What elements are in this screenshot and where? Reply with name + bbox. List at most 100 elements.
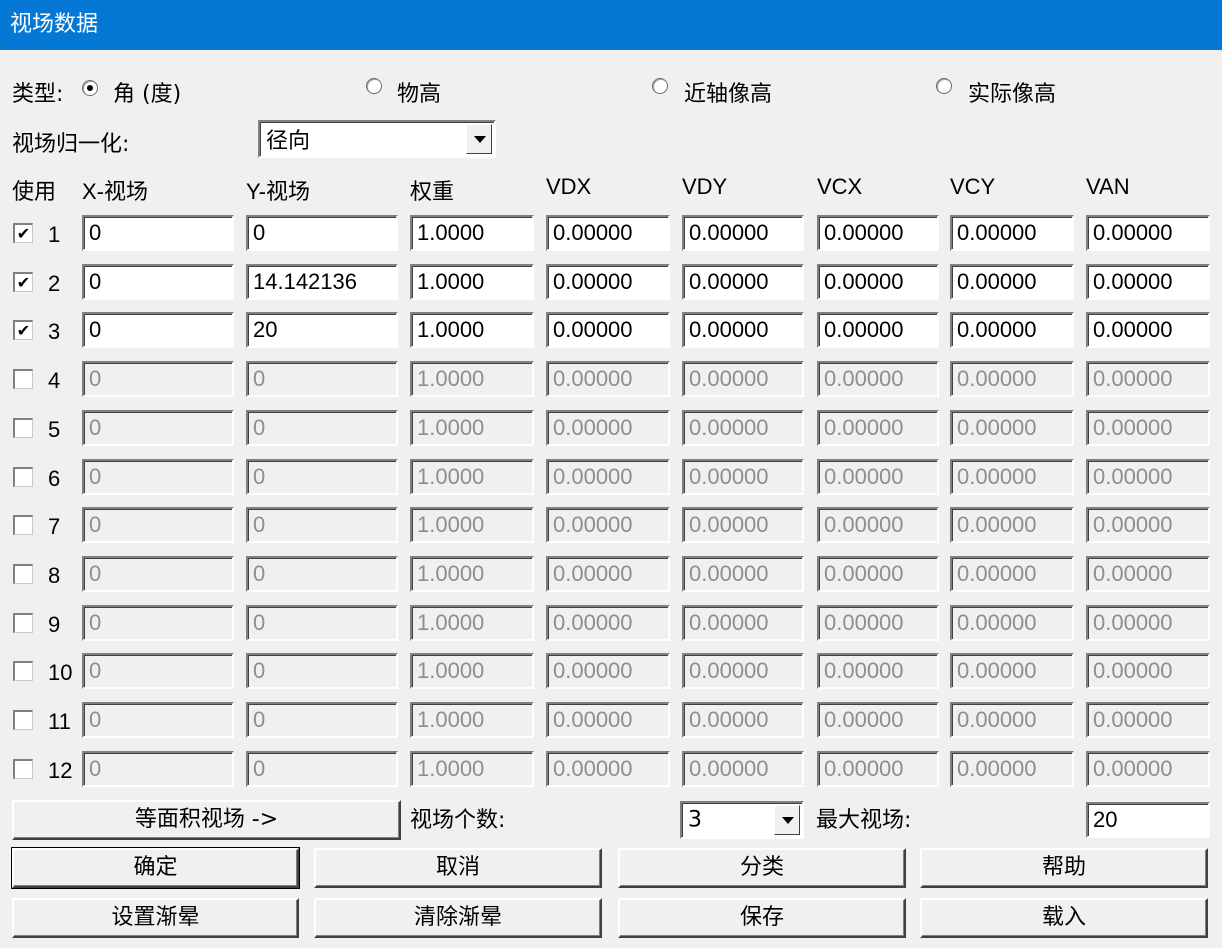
weight-input[interactable]: 1.0000 — [410, 312, 534, 349]
row-use-checkbox[interactable] — [13, 661, 33, 682]
van-input[interactable]: 0.00000 — [1086, 409, 1210, 446]
vdy-input[interactable]: 0.00000 — [682, 409, 804, 446]
normalization-dropdown-button[interactable] — [466, 124, 492, 154]
vcx-input[interactable]: 0.00000 — [817, 702, 939, 738]
vdx-input[interactable]: 0.00000 — [546, 409, 670, 446]
vcy-input[interactable]: 0.00000 — [950, 361, 1074, 398]
weight-input[interactable]: 1.0000 — [410, 555, 534, 592]
vdy-input[interactable]: 0.00000 — [682, 312, 804, 349]
y-field-input[interactable]: 0 — [246, 409, 398, 446]
y-field-input[interactable]: 0 — [246, 604, 398, 641]
van-input[interactable]: 0.00000 — [1086, 312, 1210, 349]
row-use-checkbox[interactable] — [13, 466, 33, 487]
window-title-bar[interactable]: 视场数据 — [0, 0, 1222, 50]
vcx-input[interactable]: 0.00000 — [817, 312, 939, 349]
radio-paraxial-image-height-label[interactable]: 近轴像高 — [684, 76, 772, 108]
van-input[interactable]: 0.00000 — [1086, 750, 1210, 787]
vdy-input[interactable]: 0.00000 — [682, 555, 804, 592]
max-field-input[interactable]: 20 — [1086, 802, 1210, 838]
vdx-input[interactable]: 0.00000 — [546, 458, 670, 495]
row-use-checkbox[interactable]: ✔ — [13, 320, 33, 341]
y-field-input[interactable]: 0 — [246, 458, 398, 495]
vcy-input[interactable]: 0.00000 — [950, 409, 1074, 446]
y-field-input[interactable]: 20 — [246, 312, 398, 349]
vdy-input[interactable]: 0.00000 — [682, 604, 804, 641]
weight-input[interactable]: 1.0000 — [410, 409, 534, 446]
load-button[interactable]: 载入 — [920, 898, 1208, 938]
vcx-input[interactable]: 0.00000 — [817, 215, 939, 251]
y-field-input[interactable]: 0 — [246, 750, 398, 787]
row-use-checkbox[interactable] — [13, 563, 33, 584]
vcx-input[interactable]: 0.00000 — [817, 361, 939, 398]
row-use-checkbox[interactable] — [13, 710, 33, 730]
van-input[interactable]: 0.00000 — [1086, 702, 1210, 738]
x-field-input[interactable]: 0 — [82, 653, 234, 690]
vdx-input[interactable]: 0.00000 — [546, 507, 670, 544]
row-use-checkbox[interactable]: ✔ — [13, 223, 33, 243]
radio-paraxial-image-height[interactable] — [652, 78, 668, 94]
row-use-checkbox[interactable] — [13, 515, 33, 536]
y-field-input[interactable]: 0 — [246, 361, 398, 398]
vcy-input[interactable]: 0.00000 — [950, 653, 1074, 690]
vcy-input[interactable]: 0.00000 — [950, 555, 1074, 592]
radio-object-height-label[interactable]: 物高 — [397, 76, 441, 108]
vcx-input[interactable]: 0.00000 — [817, 750, 939, 787]
weight-input[interactable]: 1.0000 — [410, 361, 534, 398]
x-field-input[interactable]: 0 — [82, 215, 234, 251]
vcx-input[interactable]: 0.00000 — [817, 263, 939, 300]
vcx-input[interactable]: 0.00000 — [817, 458, 939, 495]
vcx-input[interactable]: 0.00000 — [817, 653, 939, 690]
vdy-input[interactable]: 0.00000 — [682, 458, 804, 495]
vcy-input[interactable]: 0.00000 — [950, 263, 1074, 300]
y-field-input[interactable]: 0 — [246, 702, 398, 738]
y-field-input[interactable]: 0 — [246, 653, 398, 690]
row-use-checkbox[interactable] — [13, 612, 33, 633]
y-field-input[interactable]: 0 — [246, 507, 398, 544]
vdx-input[interactable]: 0.00000 — [546, 312, 670, 349]
row-use-checkbox[interactable] — [13, 758, 33, 779]
van-input[interactable]: 0.00000 — [1086, 653, 1210, 690]
row-use-checkbox[interactable] — [13, 417, 33, 438]
vcx-input[interactable]: 0.00000 — [817, 555, 939, 592]
x-field-input[interactable]: 0 — [82, 312, 234, 349]
vdy-input[interactable]: 0.00000 — [682, 750, 804, 787]
vcy-input[interactable]: 0.00000 — [950, 215, 1074, 251]
vdy-input[interactable]: 0.00000 — [682, 507, 804, 544]
van-input[interactable]: 0.00000 — [1086, 604, 1210, 641]
y-field-input[interactable]: 14.142136 — [246, 263, 398, 300]
help-button[interactable]: 帮助 — [920, 848, 1208, 888]
vdx-input[interactable]: 0.00000 — [546, 215, 670, 251]
field-count-dropdown-button[interactable] — [774, 805, 800, 835]
normalization-select[interactable]: 径向 — [258, 120, 496, 158]
vdx-input[interactable]: 0.00000 — [546, 702, 670, 738]
x-field-input[interactable]: 0 — [82, 604, 234, 641]
van-input[interactable]: 0.00000 — [1086, 458, 1210, 495]
vdx-input[interactable]: 0.00000 — [546, 653, 670, 690]
vcy-input[interactable]: 0.00000 — [950, 750, 1074, 787]
radio-angle-label[interactable]: 角 (度) — [113, 76, 181, 108]
vdy-input[interactable]: 0.00000 — [682, 215, 804, 251]
weight-input[interactable]: 1.0000 — [410, 215, 534, 251]
radio-angle[interactable] — [82, 80, 98, 96]
weight-input[interactable]: 1.0000 — [410, 263, 534, 300]
field-count-select[interactable]: 3 — [680, 801, 804, 839]
cancel-button[interactable]: 取消 — [314, 848, 602, 888]
clear-vignetting-button[interactable]: 清除渐晕 — [314, 898, 602, 938]
save-button[interactable]: 保存 — [618, 898, 906, 938]
vdx-input[interactable]: 0.00000 — [546, 604, 670, 641]
row-use-checkbox[interactable]: ✔ — [13, 271, 33, 292]
vdx-input[interactable]: 0.00000 — [546, 555, 670, 592]
vcx-input[interactable]: 0.00000 — [817, 604, 939, 641]
x-field-input[interactable]: 0 — [82, 702, 234, 738]
x-field-input[interactable]: 0 — [82, 458, 234, 495]
van-input[interactable]: 0.00000 — [1086, 555, 1210, 592]
vdy-input[interactable]: 0.00000 — [682, 361, 804, 398]
weight-input[interactable]: 1.0000 — [410, 653, 534, 690]
x-field-input[interactable]: 0 — [82, 361, 234, 398]
vdy-input[interactable]: 0.00000 — [682, 263, 804, 300]
vdy-input[interactable]: 0.00000 — [682, 702, 804, 738]
vcy-input[interactable]: 0.00000 — [950, 458, 1074, 495]
radio-real-image-height-label[interactable]: 实际像高 — [968, 76, 1056, 108]
van-input[interactable]: 0.00000 — [1086, 215, 1210, 251]
vcy-input[interactable]: 0.00000 — [950, 702, 1074, 738]
